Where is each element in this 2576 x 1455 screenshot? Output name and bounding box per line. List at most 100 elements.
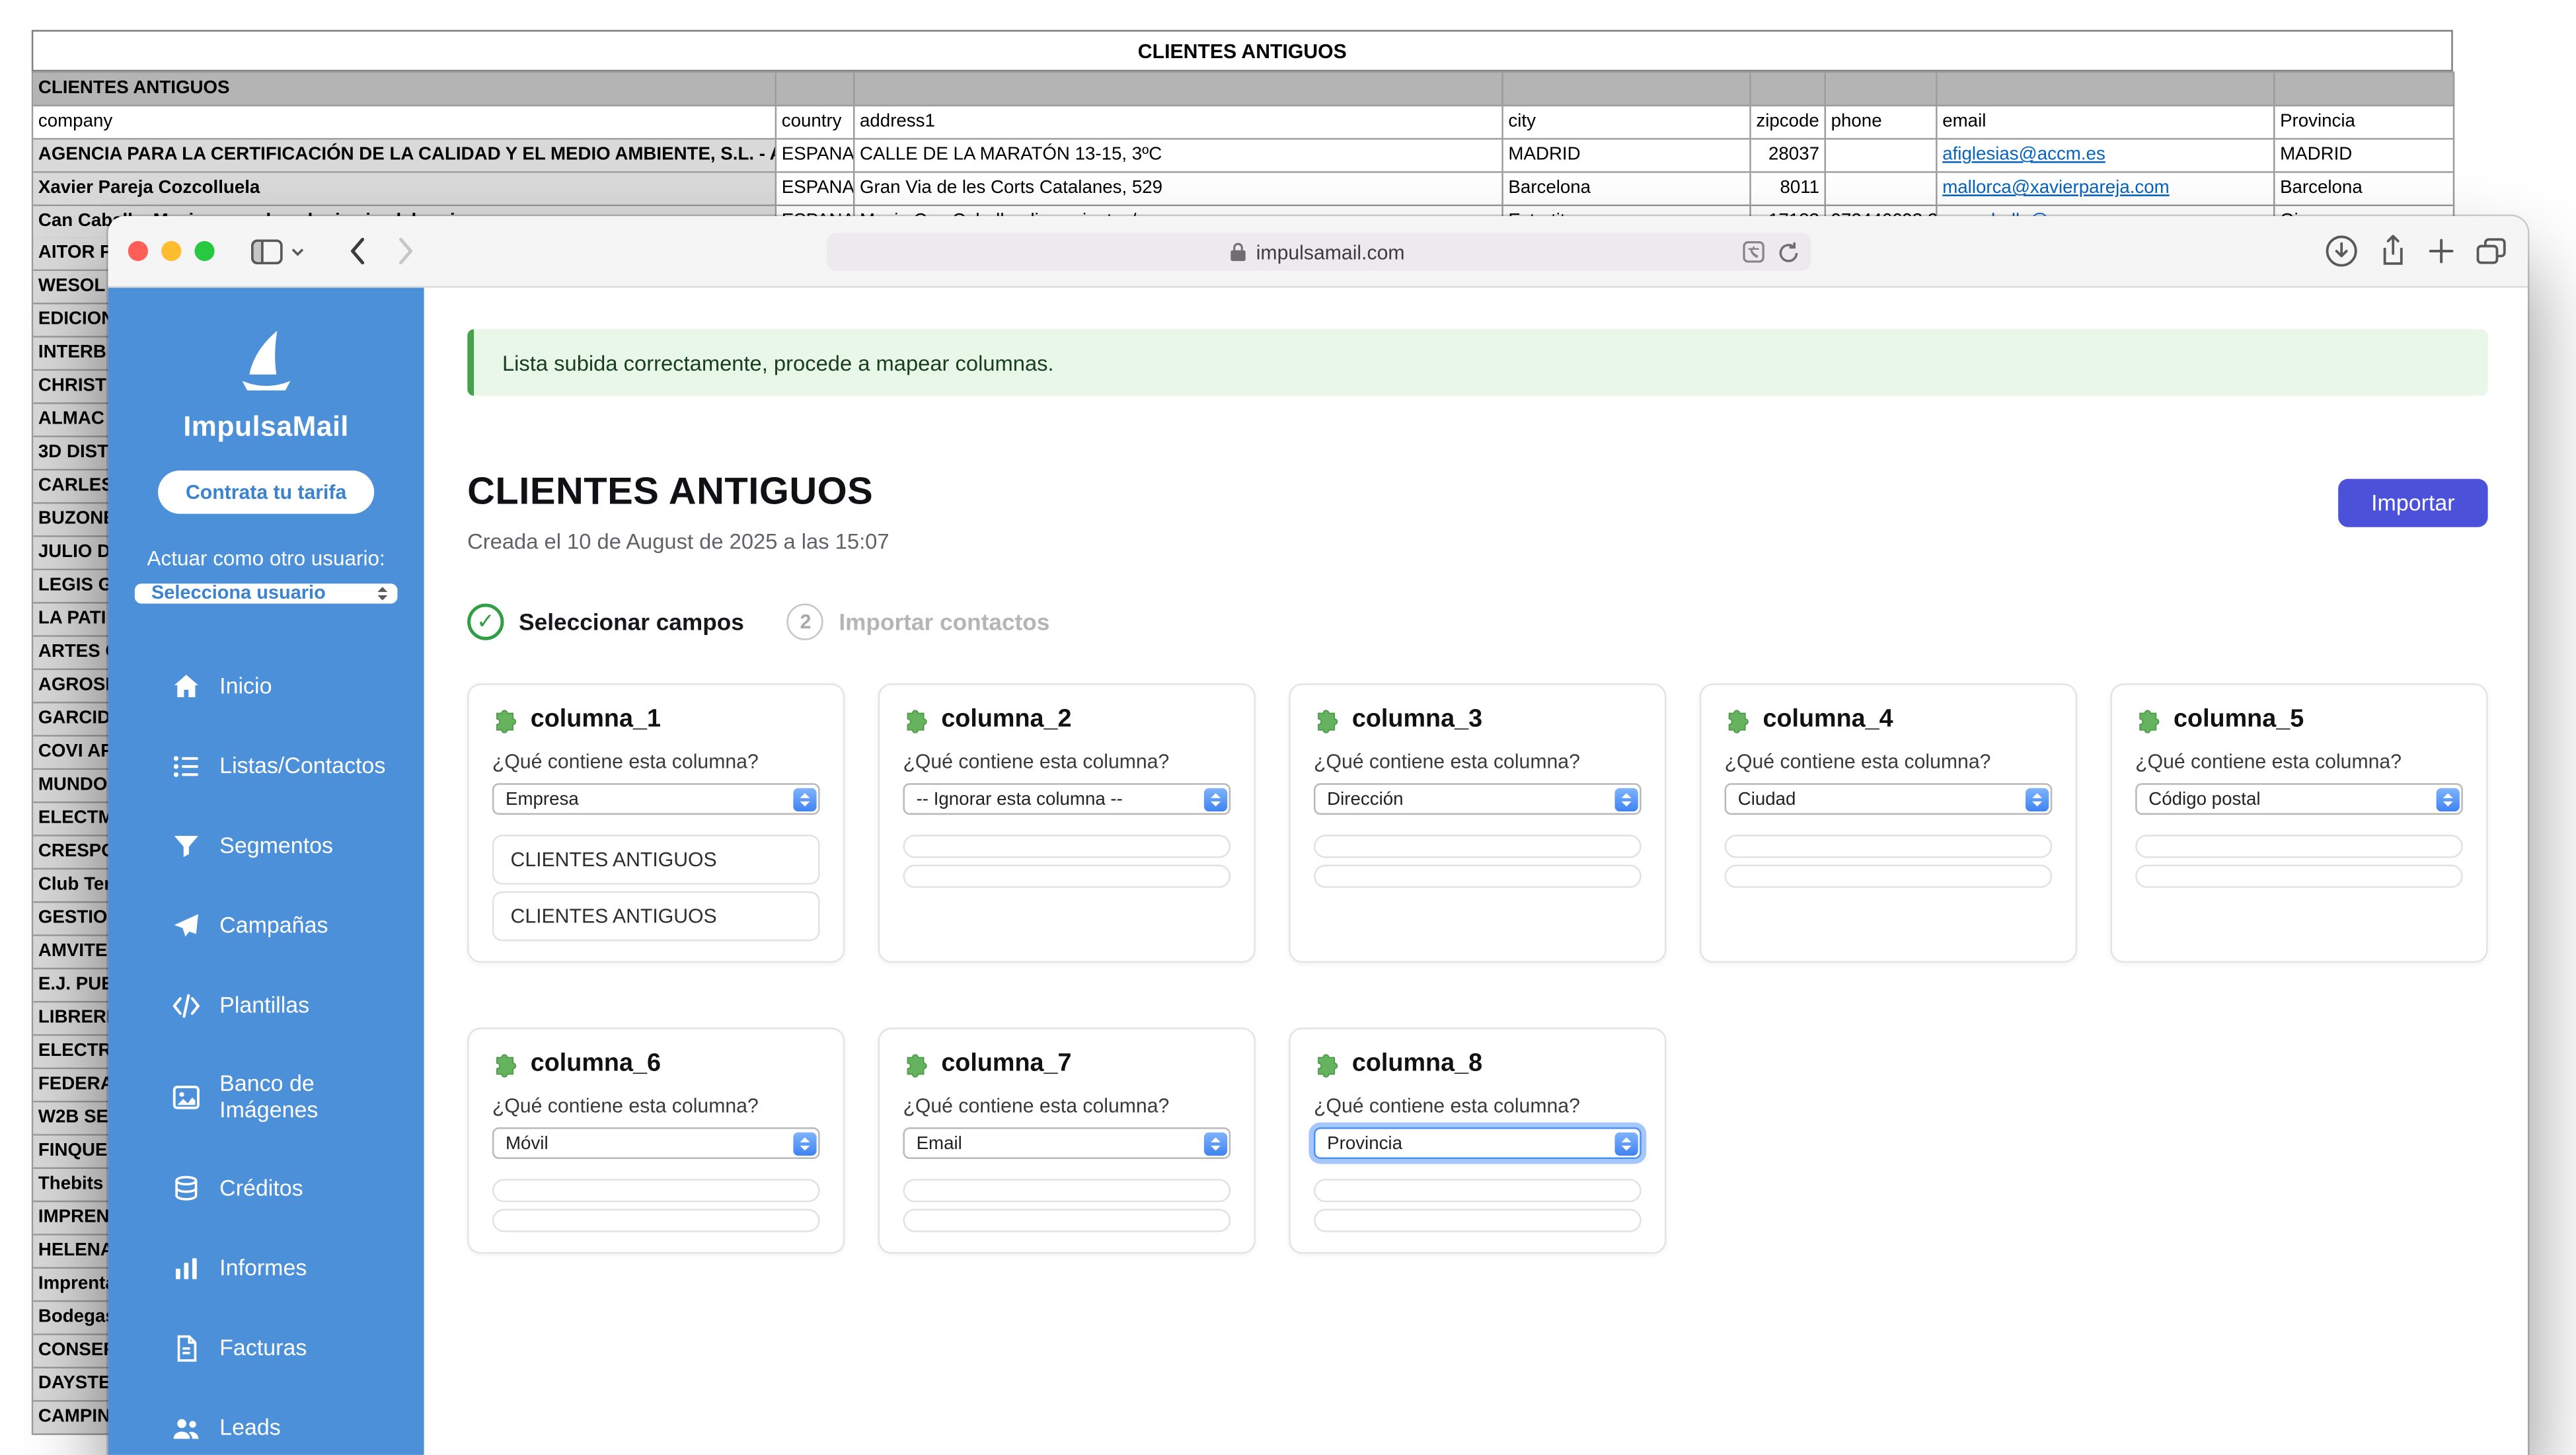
sheet-cell-city[interactable]: Barcelona xyxy=(1503,173,1751,206)
sheet-band-cell[interactable] xyxy=(1826,73,1938,106)
share-icon[interactable] xyxy=(2380,235,2406,268)
sheet-cell-phone[interactable] xyxy=(1826,139,1938,172)
new-tab-icon[interactable] xyxy=(2428,238,2454,264)
wizard-steps: ✓ Seleccionar campos 2 Importar contacto… xyxy=(467,603,2487,640)
downloads-icon[interactable] xyxy=(2325,235,2358,268)
sheet-cell-country[interactable]: ESPANA xyxy=(777,173,854,206)
sidebar-item-banco-de-im-genes[interactable]: Banco de Imágenes xyxy=(108,1046,424,1150)
sheet-header-cell[interactable]: zipcode xyxy=(1751,106,1826,139)
tab-overview-icon[interactable] xyxy=(2476,238,2506,264)
screen: CLIENTES ANTIGUOS CLIENTES ANTIGUOScompa… xyxy=(0,0,2576,1455)
sheet-band-cell[interactable] xyxy=(777,73,854,106)
select-stepper-icon xyxy=(1614,788,1637,811)
check-icon: ✓ xyxy=(476,609,494,635)
sheet-band-cell[interactable] xyxy=(2275,73,2455,106)
sheet-cell-address1[interactable]: CALLE DE LA MARATÓN 13-15, 3ºC xyxy=(854,139,1503,172)
sample-row xyxy=(1314,865,1642,888)
sheet-band-cell[interactable]: CLIENTES ANTIGUOS xyxy=(33,73,777,106)
sheet-band-cell[interactable] xyxy=(1938,73,2275,106)
sidebar-item-plantillas[interactable]: Plantillas xyxy=(108,966,424,1046)
impersonate-label: Actuar como otro usuario: xyxy=(147,547,385,570)
close-window-button[interactable] xyxy=(128,241,148,261)
sheet-header-cell[interactable]: address1 xyxy=(854,106,1503,139)
chevron-up-icon xyxy=(799,1137,809,1142)
sidebar-item-label: Créditos xyxy=(219,1176,303,1203)
sheet-header-cell[interactable]: phone xyxy=(1826,106,1938,139)
list-icon xyxy=(171,751,201,781)
column-mapping-select[interactable]: Email xyxy=(903,1127,1231,1159)
column-mapping-select[interactable]: Ciudad xyxy=(1725,783,2053,815)
sheet-header-cell[interactable]: Provincia xyxy=(2275,106,2455,139)
puzzle-icon xyxy=(903,706,929,732)
sidebar-item-listas-contactos[interactable]: Listas/Contactos xyxy=(108,727,424,807)
main-panel: Lista subida correctamente, procede a ma… xyxy=(424,287,2528,1455)
import-button[interactable]: Importar xyxy=(2338,479,2487,527)
zoom-window-button[interactable] xyxy=(194,241,214,261)
column-mapping-select-value: Dirección xyxy=(1327,789,1403,809)
column-mapping-select[interactable]: Dirección xyxy=(1314,783,1642,815)
sidebar-item-informes[interactable]: Informes xyxy=(108,1230,424,1310)
column-question-label: ¿Qué contiene esta columna? xyxy=(903,750,1231,773)
column-mapping-select-value: -- Ignorar esta columna -- xyxy=(917,789,1123,809)
column-mapping-select[interactable]: Empresa xyxy=(492,783,820,815)
address-bar[interactable]: impulsamail.com xyxy=(825,233,1810,271)
column-mapping-select[interactable]: -- Ignorar esta columna -- xyxy=(903,783,1231,815)
column-mapping-select[interactable]: Provincia xyxy=(1314,1127,1642,1159)
sheet-cell-country[interactable]: ESPANA xyxy=(777,139,854,172)
success-alert: Lista subida correctamente, procede a ma… xyxy=(467,329,2487,396)
sample-rows: CLIENTES ANTIGUOSCLIENTES ANTIGUOS xyxy=(492,835,820,941)
sheet-header-cell[interactable]: company xyxy=(33,106,777,139)
back-button[interactable] xyxy=(348,236,366,266)
sheet-header-cell[interactable]: city xyxy=(1503,106,1751,139)
sidebar-item-label: Campañas xyxy=(219,913,328,940)
chevron-up-icon xyxy=(1620,1137,1630,1142)
column-card-header: columna_5 xyxy=(2135,705,2463,733)
sample-rows xyxy=(903,835,1231,888)
sheet-cell-zipcode[interactable]: 8011 xyxy=(1751,173,1826,206)
sidebar-item-cr-ditos[interactable]: Créditos xyxy=(108,1150,424,1230)
sheet-header-cell[interactable]: country xyxy=(777,106,854,139)
sheet-cell-city[interactable]: MADRID xyxy=(1503,139,1751,172)
sheet-cell-company[interactable]: Xavier Pareja Cozcolluela xyxy=(33,173,777,206)
sheet-header-cell[interactable]: email xyxy=(1938,106,2275,139)
sidebar-toggle-icon[interactable] xyxy=(251,239,283,264)
minimize-window-button[interactable] xyxy=(161,241,181,261)
sheet-cell-provincia[interactable]: MADRID xyxy=(2275,139,2455,172)
column-card-header: columna_1 xyxy=(492,705,820,733)
sidebar-item-segmentos[interactable]: Segmentos xyxy=(108,806,424,886)
sheet-cell-email[interactable]: afiglesias@accm.es xyxy=(1938,139,2275,172)
chevron-down-icon[interactable] xyxy=(291,247,304,256)
sheet-cell-zipcode[interactable]: 28037 xyxy=(1751,139,1826,172)
sheet-cell-email[interactable]: mallorca@xavierpareja.com xyxy=(1938,173,2275,206)
sample-row xyxy=(492,1179,820,1202)
sheet-band-cell[interactable] xyxy=(854,73,1503,106)
column-card-title: columna_6 xyxy=(531,1049,661,1078)
column-mapping-select[interactable]: Móvil xyxy=(492,1127,820,1159)
sidebar-item-campa-as[interactable]: Campañas xyxy=(108,886,424,966)
sheet-cell-provincia[interactable]: Barcelona xyxy=(2275,173,2455,206)
forward-button[interactable] xyxy=(397,236,416,266)
column-mapping-select[interactable]: Código postal xyxy=(2135,783,2463,815)
address-bar-icons xyxy=(1742,233,1799,271)
step-1-label: Seleccionar campos xyxy=(519,609,744,635)
sheet-band-cell[interactable] xyxy=(1503,73,1751,106)
column-card: columna_3¿Qué contiene esta columna?Dire… xyxy=(1289,683,1666,963)
reload-icon[interactable] xyxy=(1777,241,1799,264)
sheet-cell-address1[interactable]: Gran Via de les Corts Catalanes, 529 xyxy=(854,173,1503,206)
column-question-label: ¿Qué contiene esta columna? xyxy=(1725,750,2053,773)
translate-icon[interactable] xyxy=(1742,241,1764,263)
sidebar-item-facturas[interactable]: Facturas xyxy=(108,1309,424,1389)
sheet-cell-phone[interactable] xyxy=(1826,173,1938,206)
contract-plan-button[interactable]: Contrata tu tarifa xyxy=(157,470,375,513)
chevron-up-icon xyxy=(1210,792,1220,798)
sidebar-item-inicio[interactable]: Inicio xyxy=(108,647,424,727)
sample-row xyxy=(1314,835,1642,858)
column-card-header: columna_6 xyxy=(492,1049,820,1078)
sheet-cell-company[interactable]: AGENCIA PARA LA CERTIFICACIÓN DE LA CALI… xyxy=(33,139,777,172)
sheet-band-cell[interactable] xyxy=(1751,73,1826,106)
invoice-icon xyxy=(171,1334,201,1364)
chevron-up-icon xyxy=(799,792,809,798)
impersonate-select[interactable]: Selecciona usuario xyxy=(135,583,398,603)
sidebar-item-leads[interactable]: Leads xyxy=(108,1389,424,1455)
chevron-down-icon xyxy=(1210,801,1220,806)
